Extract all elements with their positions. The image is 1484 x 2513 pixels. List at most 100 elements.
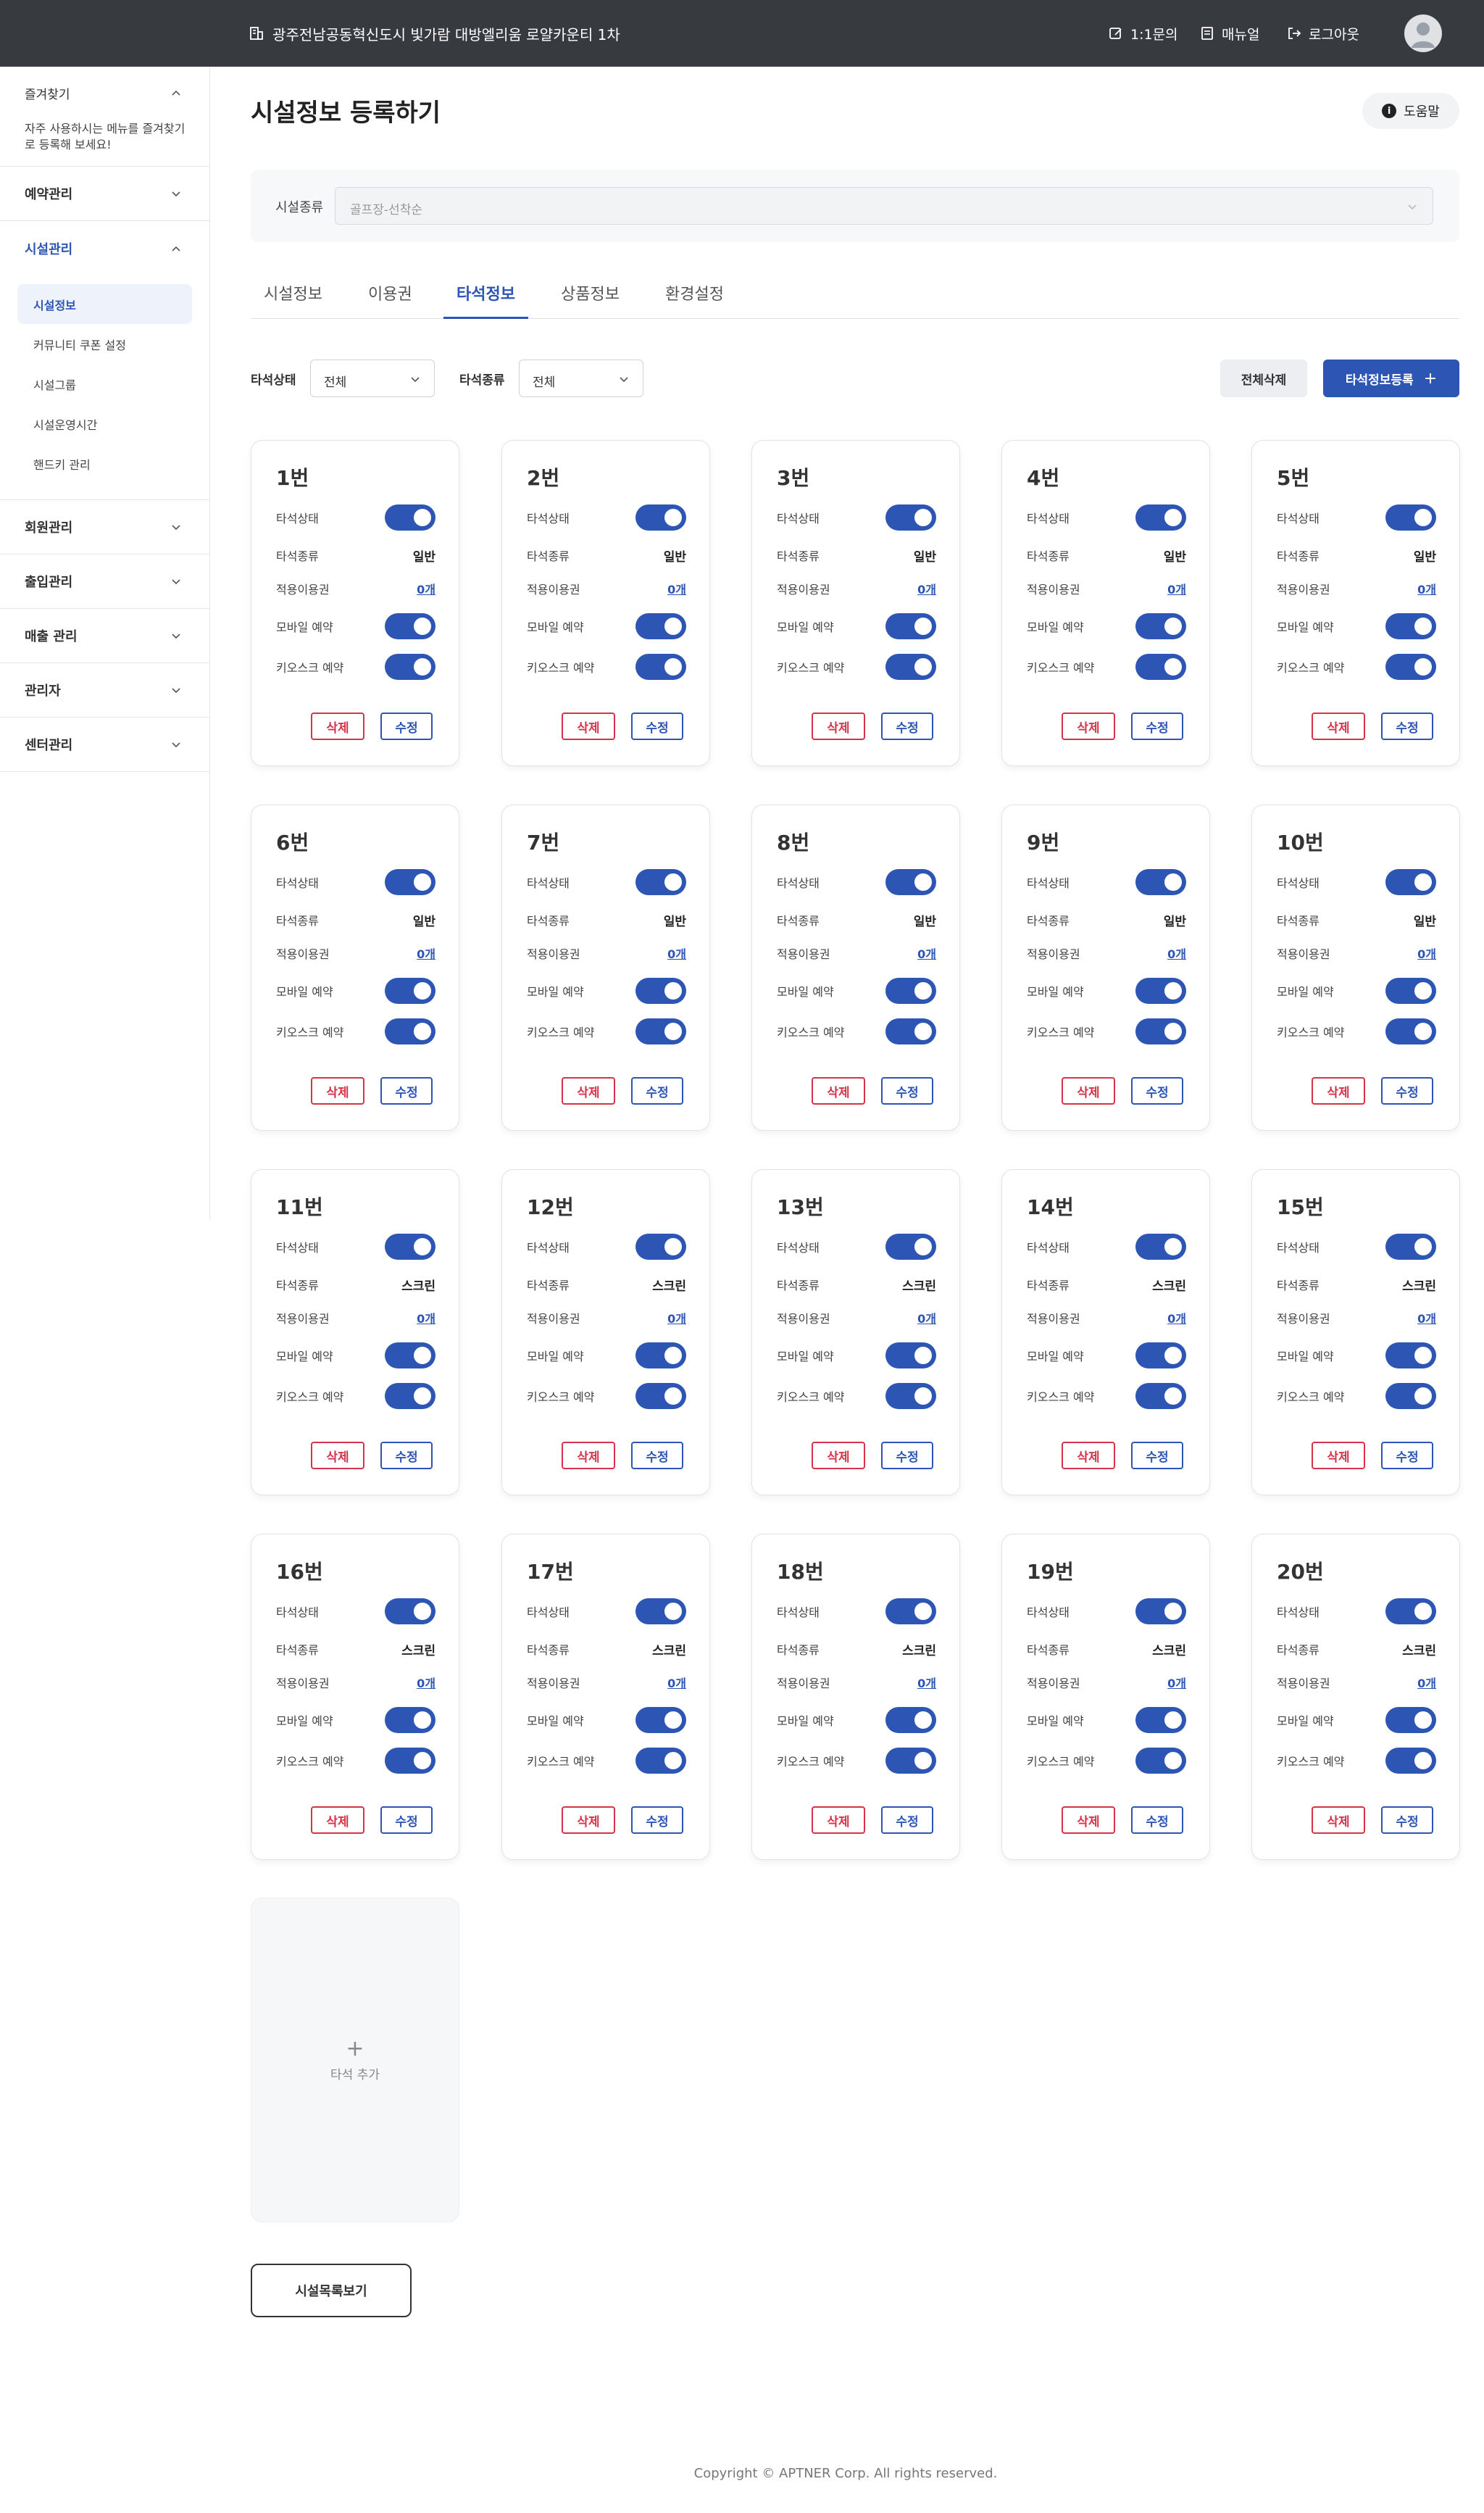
facility-list-button[interactable]: 시설목록보기 <box>251 2264 412 2317</box>
bay-delete-button[interactable]: 삭제 <box>1312 713 1365 740</box>
bay-delete-button[interactable]: 삭제 <box>1062 1442 1115 1469</box>
delete-all-button[interactable]: 전체삭제 <box>1220 360 1307 397</box>
bay-ticket-link[interactable]: 0개 <box>667 944 686 962</box>
bay-mobile-toggle[interactable] <box>1135 978 1186 1004</box>
bay-kiosk-toggle[interactable] <box>385 654 435 680</box>
bay-ticket-link[interactable]: 0개 <box>917 944 936 962</box>
bay-status-toggle[interactable] <box>885 1234 936 1260</box>
bay-status-toggle[interactable] <box>1385 869 1436 895</box>
bay-status-toggle[interactable] <box>385 1598 435 1624</box>
bay-delete-button[interactable]: 삭제 <box>1312 1442 1365 1469</box>
bay-mobile-toggle[interactable] <box>385 1707 435 1733</box>
chevron-up-icon[interactable] <box>170 87 182 99</box>
bay-mobile-toggle[interactable] <box>635 613 686 639</box>
bay-status-toggle[interactable] <box>635 1598 686 1624</box>
bay-delete-button[interactable]: 삭제 <box>812 713 865 740</box>
bay-status-toggle[interactable] <box>885 504 936 531</box>
bay-mobile-toggle[interactable] <box>885 1342 936 1368</box>
bay-kiosk-toggle[interactable] <box>1135 1748 1186 1774</box>
register-bay-button[interactable]: 타석정보등록 + <box>1323 360 1459 397</box>
bay-ticket-link[interactable]: 0개 <box>917 1309 936 1326</box>
submenu-coupon-settings[interactable]: 커뮤니티 쿠폰 설정 <box>17 324 192 364</box>
bay-status-toggle[interactable] <box>1385 1598 1436 1624</box>
tab-tickets[interactable]: 이용권 <box>355 281 425 319</box>
sidebar-item-center[interactable]: 센터관리 <box>0 718 209 772</box>
bay-edit-button[interactable]: 수정 <box>1131 713 1183 740</box>
bay-status-toggle[interactable] <box>1135 869 1186 895</box>
bay-edit-button[interactable]: 수정 <box>1381 1077 1433 1105</box>
bay-kiosk-toggle[interactable] <box>1385 1748 1436 1774</box>
bay-edit-button[interactable]: 수정 <box>881 1077 933 1105</box>
bay-delete-button[interactable]: 삭제 <box>812 1442 865 1469</box>
bay-ticket-link[interactable]: 0개 <box>667 580 686 597</box>
bay-ticket-link[interactable]: 0개 <box>1417 1309 1436 1326</box>
bay-delete-button[interactable]: 삭제 <box>311 1806 364 1834</box>
bay-kiosk-toggle[interactable] <box>635 1748 686 1774</box>
bay-ticket-link[interactable]: 0개 <box>1167 944 1186 962</box>
bay-status-toggle[interactable] <box>635 869 686 895</box>
sidebar-item-reservation[interactable]: 예약관리 <box>0 167 209 221</box>
bay-mobile-toggle[interactable] <box>885 978 936 1004</box>
bay-kiosk-toggle[interactable] <box>385 1748 435 1774</box>
filter-type-select[interactable]: 전체 <box>519 360 643 397</box>
bay-status-toggle[interactable] <box>635 1234 686 1260</box>
bay-kiosk-toggle[interactable] <box>385 1383 435 1409</box>
bay-status-toggle[interactable] <box>1385 1234 1436 1260</box>
bay-kiosk-toggle[interactable] <box>1385 1018 1436 1044</box>
bay-kiosk-toggle[interactable] <box>885 654 936 680</box>
bay-delete-button[interactable]: 삭제 <box>1062 1806 1115 1834</box>
bay-ticket-link[interactable]: 0개 <box>417 580 435 597</box>
bay-edit-button[interactable]: 수정 <box>1131 1077 1183 1105</box>
bay-edit-button[interactable]: 수정 <box>631 713 683 740</box>
bay-ticket-link[interactable]: 0개 <box>917 1674 936 1691</box>
submenu-operating-hours[interactable]: 시설운영시간 <box>17 404 192 444</box>
bay-kiosk-toggle[interactable] <box>885 1748 936 1774</box>
bay-mobile-toggle[interactable] <box>635 978 686 1004</box>
bay-edit-button[interactable]: 수정 <box>1381 1806 1433 1834</box>
bay-kiosk-toggle[interactable] <box>885 1018 936 1044</box>
bay-mobile-toggle[interactable] <box>1385 978 1436 1004</box>
bay-mobile-toggle[interactable] <box>385 613 435 639</box>
bay-edit-button[interactable]: 수정 <box>1131 1442 1183 1469</box>
add-bay-card[interactable]: + 타석 추가 <box>251 1898 459 2222</box>
sidebar-item-admin[interactable]: 관리자 <box>0 663 209 718</box>
bay-mobile-toggle[interactable] <box>385 1342 435 1368</box>
bay-delete-button[interactable]: 삭제 <box>562 1806 615 1834</box>
manual-link[interactable]: 매뉴얼 <box>1200 0 1259 67</box>
bay-mobile-toggle[interactable] <box>385 978 435 1004</box>
bay-delete-button[interactable]: 삭제 <box>1312 1806 1365 1834</box>
bay-mobile-toggle[interactable] <box>1135 1707 1186 1733</box>
bay-kiosk-toggle[interactable] <box>1135 1018 1186 1044</box>
filter-status-select[interactable]: 전체 <box>310 360 435 397</box>
bay-edit-button[interactable]: 수정 <box>380 713 433 740</box>
sidebar-item-members[interactable]: 회원관리 <box>0 500 209 554</box>
bay-kiosk-toggle[interactable] <box>1385 1383 1436 1409</box>
bay-mobile-toggle[interactable] <box>1385 1342 1436 1368</box>
bay-edit-button[interactable]: 수정 <box>631 1442 683 1469</box>
sidebar-item-sales[interactable]: 매출 관리 <box>0 609 209 663</box>
bay-edit-button[interactable]: 수정 <box>631 1077 683 1105</box>
logout-link[interactable]: 로그아웃 <box>1287 0 1359 67</box>
bay-edit-button[interactable]: 수정 <box>1131 1806 1183 1834</box>
bay-kiosk-toggle[interactable] <box>635 654 686 680</box>
tab-facility-info[interactable]: 시설정보 <box>251 281 335 319</box>
bay-delete-button[interactable]: 삭제 <box>311 1442 364 1469</box>
bay-edit-button[interactable]: 수정 <box>1381 713 1433 740</box>
bay-delete-button[interactable]: 삭제 <box>812 1806 865 1834</box>
bay-delete-button[interactable]: 삭제 <box>1062 1077 1115 1105</box>
bay-delete-button[interactable]: 삭제 <box>562 1442 615 1469</box>
bay-delete-button[interactable]: 삭제 <box>1062 713 1115 740</box>
bay-mobile-toggle[interactable] <box>635 1707 686 1733</box>
bay-edit-button[interactable]: 수정 <box>1381 1442 1433 1469</box>
bay-status-toggle[interactable] <box>385 504 435 531</box>
submenu-facility-group[interactable]: 시설그룹 <box>17 364 192 404</box>
bay-edit-button[interactable]: 수정 <box>380 1442 433 1469</box>
bay-status-toggle[interactable] <box>1135 1234 1186 1260</box>
bay-ticket-link[interactable]: 0개 <box>417 1674 435 1691</box>
tab-settings[interactable]: 환경설정 <box>652 281 737 319</box>
facility-type-select[interactable]: 골프장-선착순 <box>335 187 1433 225</box>
bay-ticket-link[interactable]: 0개 <box>1417 1674 1436 1691</box>
bay-mobile-toggle[interactable] <box>1385 1707 1436 1733</box>
bay-mobile-toggle[interactable] <box>1385 613 1436 639</box>
bay-status-toggle[interactable] <box>1385 504 1436 531</box>
